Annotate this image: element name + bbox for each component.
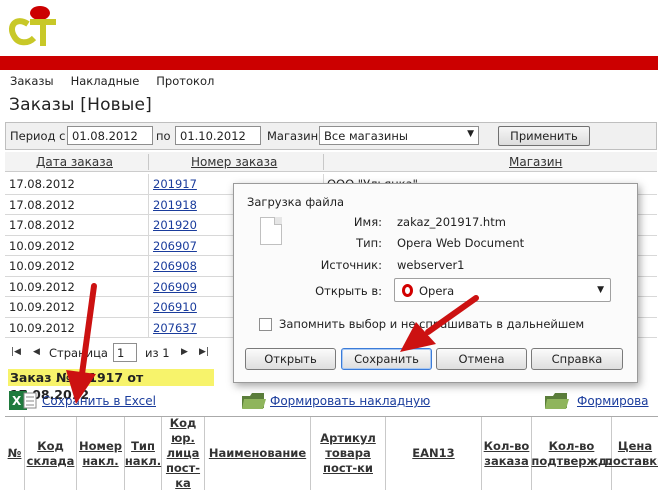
store-label: Магазин [267,129,319,143]
next-page-icon[interactable]: ▶ [181,347,188,357]
pager: |◀ ◀ Страница 1 из 1 ▶ ▶| [5,340,265,366]
file-type-value: Opera Web Document [397,236,525,250]
order-date-cell: 17.08.2012 [9,197,75,212]
detail-col-invoice-number[interactable]: Номер накл. [77,417,125,490]
svg-text:X: X [12,394,22,408]
menu-item-orders[interactable]: Заказы [10,74,54,88]
source-value: webserver1 [397,258,465,272]
order-date-cell: 17.08.2012 [9,177,75,191]
order-date-cell: 10.09.2012 [9,238,75,253]
detail-col-legal-entity-code[interactable]: Код юр. лица пост-ка [162,416,205,490]
save-to-excel-link[interactable]: Сохранить в Excel [42,394,156,408]
filter-bar: Период с 01.08.2012 по 01.10.2012 Магази… [5,122,657,150]
order-number-link[interactable]: 206907 [153,239,197,253]
detail-col-ean13[interactable]: EAN13 [386,417,482,490]
excel-icon[interactable]: X [8,388,38,412]
type-label: Тип: [356,236,382,250]
detail-col-price[interactable]: Цена поставки [605,417,658,490]
detail-col-name[interactable]: Наименование [205,417,311,490]
order-number-link[interactable]: 201918 [153,198,197,212]
column-store[interactable]: Магазин [509,155,562,169]
dropdown-arrow-icon: ▼ [467,129,474,139]
order-date-cell: 10.09.2012 [9,300,75,314]
source-label: Источник: [320,258,382,272]
to-label: по [156,129,171,143]
page-label: Страница [49,346,108,360]
folder-icon-2[interactable] [543,388,571,412]
page-title: Заказы [Новые] [9,95,153,115]
order-date-cell: 10.09.2012 [9,259,75,273]
period-label: Период с [10,129,66,143]
name-label: Имя: [353,215,382,229]
prev-page-icon[interactable]: ◀ [33,347,40,357]
store-select[interactable]: Все магазины ▼ [319,126,479,145]
selected-order-title: Заказ №201917 от 17.08.2012 [8,369,214,402]
open-with-value: Opera [419,284,455,298]
remember-choice-checkbox[interactable] [259,318,272,331]
detail-col-invoice-type[interactable]: Тип накл. [125,417,162,490]
first-page-icon[interactable]: |◀ [11,347,21,357]
open-with-select[interactable]: Opera ▼ [394,278,611,302]
date-to-input[interactable]: 01.10.2012 [175,126,261,145]
order-date-cell: 10.09.2012 [9,279,75,294]
order-number-link[interactable]: 206908 [153,259,197,273]
open-with-label: Открыть в: [315,284,382,298]
order-date-cell: 10.09.2012 [9,320,75,335]
create-invoice-link-2[interactable]: Формирова [577,394,649,408]
page-count-label: из 1 [145,346,170,360]
store-select-value: Все магазины [324,129,408,143]
open-button[interactable]: Открыть [245,348,336,370]
detail-col-warehouse-code[interactable]: Код склада [25,417,77,490]
menu-item-protocol[interactable]: Протокол [156,74,214,88]
orders-table-header: Дата заказа Номер заказа Магазин [5,152,657,172]
save-button[interactable]: Сохранить [341,348,432,370]
detail-col-article[interactable]: Артикул товара пост-ки [311,417,386,490]
main-menu: Заказы Накладные Протокол [10,74,214,88]
date-from-input[interactable]: 01.08.2012 [67,126,153,145]
order-detail-table-header: № Код склада Номер накл. Тип накл. Код ю… [5,416,658,490]
folder-icon[interactable] [240,388,268,412]
order-number-link[interactable]: 201920 [153,218,197,232]
file-name-value: zakaz_201917.htm [397,215,506,229]
column-order-number[interactable]: Номер заказа [191,155,277,169]
opera-icon [402,284,413,297]
order-number-link[interactable]: 207637 [153,321,197,335]
company-logo [8,6,56,46]
dropdown-arrow-icon: ▼ [597,285,604,295]
cancel-button[interactable]: Отмена [436,348,527,370]
page-number-input[interactable]: 1 [113,343,137,362]
last-page-icon[interactable]: ▶| [199,347,209,357]
detail-col-confirmed-qty[interactable]: Кол-во подтвержд. [531,417,612,490]
order-date-cell: 17.08.2012 [9,218,75,232]
create-invoice-link[interactable]: Формировать накладную [270,394,430,408]
order-number-link[interactable]: 206910 [153,300,197,314]
order-number-link[interactable]: 206909 [153,280,197,294]
menu-item-invoices[interactable]: Накладные [71,74,140,88]
detail-col-order-qty[interactable]: Кол-во заказа [482,417,532,490]
file-download-dialog: Загрузка файла Имя: zakaz_201917.htm Тип… [233,183,638,383]
apply-button[interactable]: Применить [498,126,590,146]
help-button[interactable]: Справка [531,348,623,370]
column-order-date[interactable]: Дата заказа [36,155,113,169]
order-number-link[interactable]: 201917 [153,177,197,191]
header-red-bar [0,56,658,70]
remember-choice-label: Запомнить выбор и не спрашивать в дальне… [279,317,585,331]
dialog-title: Загрузка файла [247,195,345,209]
detail-col-num[interactable]: № [5,417,25,490]
